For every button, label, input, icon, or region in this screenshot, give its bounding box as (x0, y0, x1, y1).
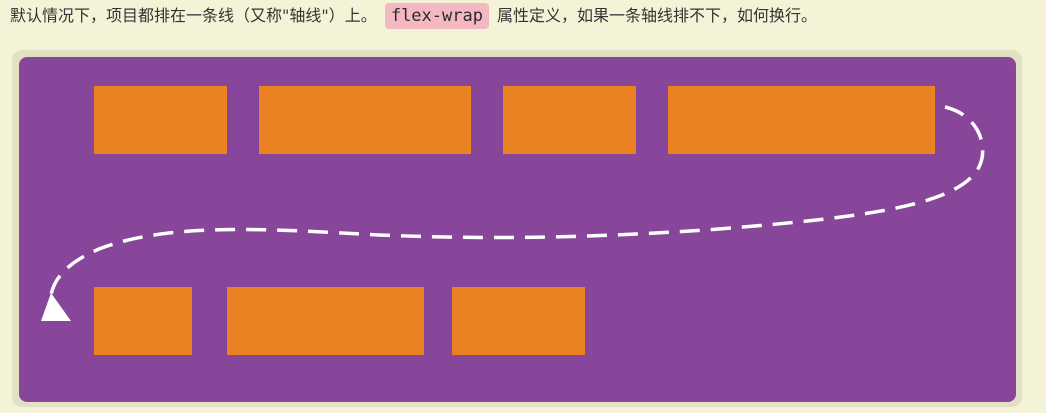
flex-wrap-code: flex-wrap (384, 3, 489, 29)
wrap-arrow-path (48, 105, 985, 308)
arrowhead-icon (41, 293, 71, 321)
intro-text-after: 属性定义，如果一条轴线排不下，如何换行。 (497, 6, 818, 25)
intro-text: 默认情况下，项目都排在一条线（又称"轴线"）上。 flex-wrap 属性定义，… (10, 2, 817, 30)
flex-container (19, 57, 1016, 402)
intro-text-before: 默认情况下，项目都排在一条线（又称"轴线"）上。 (10, 6, 377, 25)
wrap-arrow (41, 105, 985, 321)
